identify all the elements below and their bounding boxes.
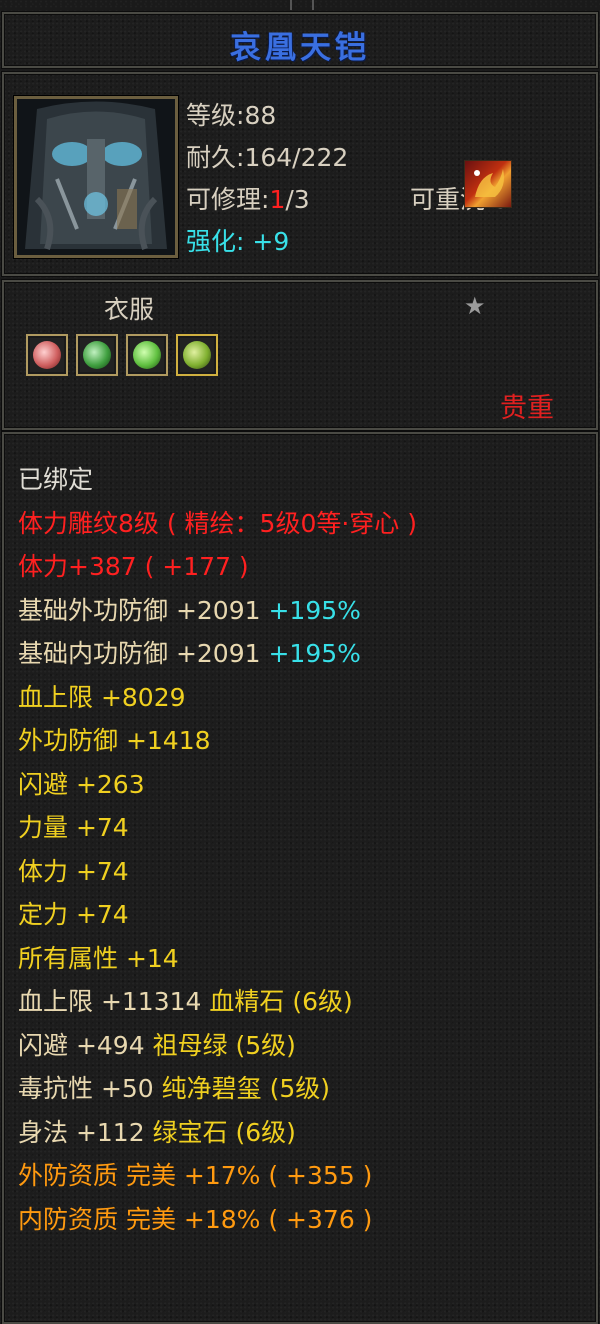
bound-status: 已绑定 [18,465,94,494]
repair-line: 可修理:1/3 [186,180,310,216]
gem-slot-3[interactable] [126,334,168,376]
aptitude-line: 外防资质 完美 +17% ( +355 ) [18,1161,373,1190]
green-gem-icon [183,341,211,369]
durability-label: 耐久 [186,143,237,172]
gem-attribute-line: 身法 +112 绿宝石 (6级) [18,1117,296,1147]
gem-attribute-line: 毒抗性 +50 纯净碧玺 (5级) [18,1074,331,1103]
repair-label: 可修理 [186,185,262,214]
base-outer-defense-line: 基础外功防御 +2091 +195% [18,595,361,625]
level-value: :88 [236,101,277,130]
info-panel: 等级:88 耐久:164/222 可修理:1/3 可重洗:3 强化: +9 [2,72,598,276]
base-inner-defense-line: 基础内功防御 +2091 +195% [18,639,361,668]
percent-bonus: +195% [260,595,361,625]
durability-value: :164/222 [236,143,349,172]
gem-slot-2[interactable] [76,334,118,376]
gem-slot-1[interactable] [26,334,68,376]
attribute-line: 体力 +74 [18,856,129,886]
title-bar: 哀凰天铠 [2,12,598,68]
emerald-gem-icon [83,341,111,369]
durability-line: 耐久:164/222 [186,138,348,174]
item-portrait [14,96,178,258]
blood-gem-icon [33,341,61,369]
phoenix-emblem-icon [464,160,512,208]
item-title: 哀凰天铠 [230,30,370,66]
gem-slot-4[interactable] [176,334,218,376]
jade-gem-icon [133,341,161,369]
enhance-line: 强化: +9 [186,222,289,258]
aptitude-line: 内防资质 完美 +18% ( +376 ) [18,1204,373,1234]
level-line: 等级:88 [186,96,276,132]
attribute-line: 定力 +74 [18,900,129,929]
top-connector [290,0,314,10]
attribute-line: 力量 +74 [18,813,129,842]
attribute-line: 所有属性 +14 [18,943,179,973]
armor-image [17,99,175,255]
attribute-line: 外功防御 +1418 [18,726,211,755]
gem-attribute-line: 血上限 +11314 血精石 (6级) [18,987,353,1016]
repair-total: /3 [285,185,310,214]
repair-current: 1 [269,185,286,214]
rarity-label: 贵重 [500,393,554,424]
attributes-panel: 已绑定 体力雕纹8级 ( 精绘：5级0等·穿心 ) 体力+387 ( +177 … [2,432,598,1324]
star-icon[interactable]: ★ [464,292,486,320]
stamina-bonus-line: 体力+387 ( +177 ) [18,552,249,581]
engraving-line: 体力雕纹8级 ( 精绘：5级0等·穿心 ) [18,508,418,538]
enhance-value: +9 [252,227,290,256]
category-panel: 衣服 ★ 贵重 [2,280,598,430]
enhance-label: 强化: [186,227,245,256]
percent-bonus: +195% [260,639,361,668]
attribute-line: 血上限 +8029 [18,682,186,712]
gem-attribute-line: 闪避 +494 祖母绿 (5级) [18,1030,296,1060]
level-label: 等级 [186,101,237,130]
attribute-list: 已绑定 体力雕纹8级 ( 精绘：5级0等·穿心 ) 体力+387 ( +177 … [18,458,586,1241]
attribute-line: 闪避 +263 [18,769,145,799]
category-label: 衣服 [104,295,155,324]
